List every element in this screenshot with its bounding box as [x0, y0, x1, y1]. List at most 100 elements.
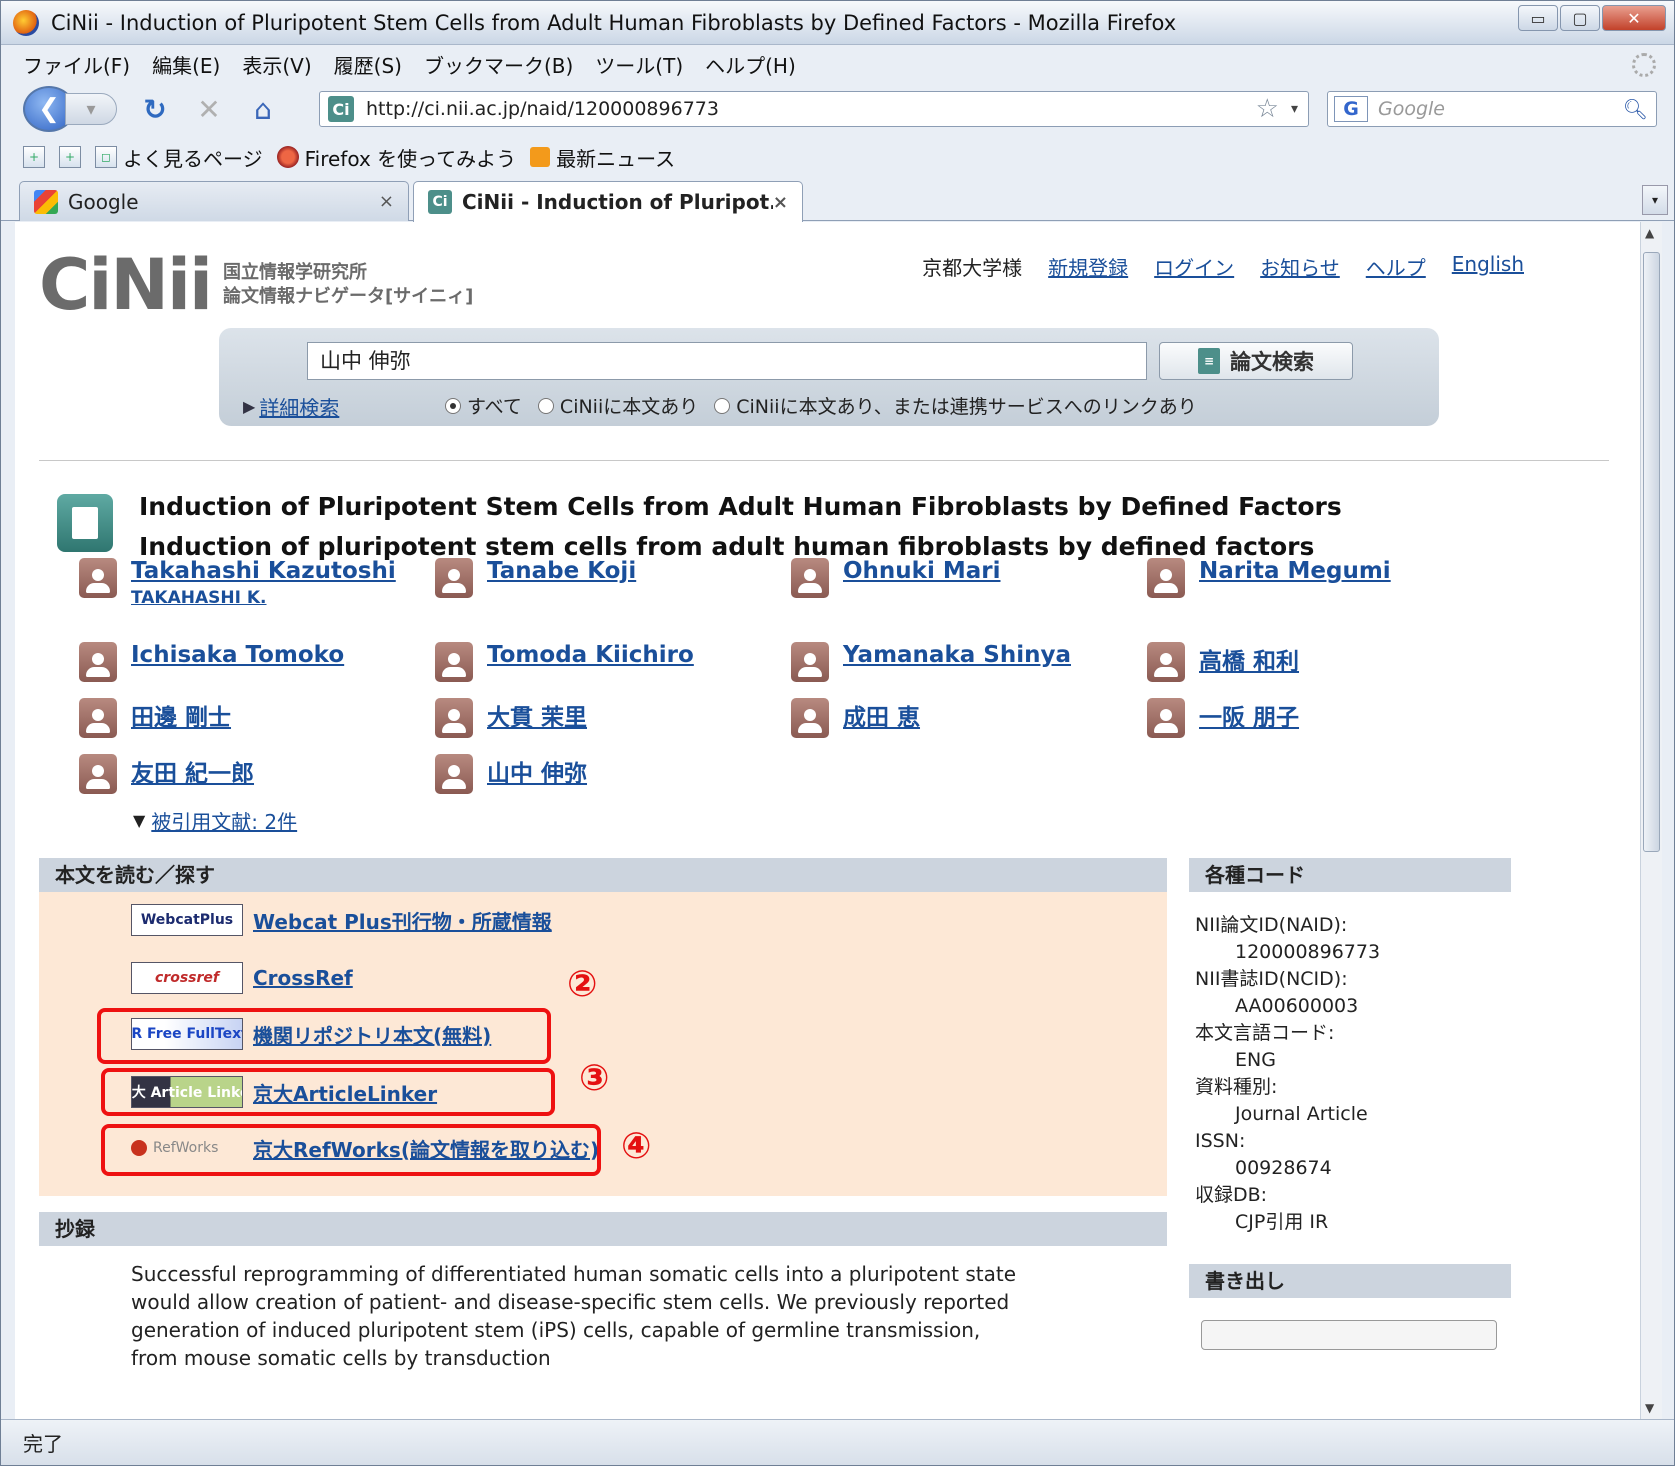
- reload-icon[interactable]: ↻: [139, 93, 171, 126]
- web-search-box[interactable]: G Google 🔍︎: [1327, 91, 1657, 127]
- author-link[interactable]: Tanabe Koji: [487, 558, 636, 584]
- scrollbar-thumb[interactable]: [1643, 252, 1660, 852]
- cited-by-link[interactable]: 被引用文献: 2件: [151, 806, 297, 835]
- bookmark-latest-news[interactable]: 最新ニュース: [530, 143, 675, 172]
- highlight-box-2: [97, 1008, 551, 1064]
- url-dropdown-icon[interactable]: ▾: [1291, 101, 1298, 117]
- bookmark-firefox-start[interactable]: Firefox を使ってみよう: [276, 143, 516, 172]
- author-link[interactable]: Narita Megumi: [1199, 558, 1391, 584]
- tab-cinii[interactable]: Ci CiNii - Induction of Pluripot... ×: [413, 181, 803, 222]
- menu-edit[interactable]: 編集(E): [152, 50, 220, 79]
- webcat-logo[interactable]: WebcatPlus: [131, 904, 243, 936]
- person-icon: [1147, 698, 1185, 738]
- author-alt-link[interactable]: TAKAHASHI K.: [131, 588, 396, 608]
- advanced-search[interactable]: ▶ 詳細検索: [243, 392, 339, 421]
- crossref-logo[interactable]: crossref: [131, 962, 243, 994]
- article-document-icon: [57, 494, 113, 552]
- google-engine-icon[interactable]: G: [1334, 96, 1368, 122]
- marker-4: ④: [621, 1126, 652, 1167]
- menu-view[interactable]: 表示(V): [242, 50, 311, 79]
- tab-list-dropdown-icon[interactable]: ▾: [1642, 185, 1668, 215]
- search-input[interactable]: 山中 伸弥: [307, 342, 1147, 380]
- search-magnifier-icon[interactable]: 🔍︎: [1623, 97, 1648, 121]
- author-link[interactable]: 大貫 茉里: [487, 698, 587, 732]
- author-link[interactable]: Tomoda Kiichiro: [487, 642, 694, 668]
- highlight-box-4: [101, 1124, 601, 1176]
- author-item: 成田 恵: [791, 698, 920, 738]
- export-select[interactable]: [1201, 1320, 1497, 1350]
- author-link[interactable]: 山中 伸弥: [487, 754, 587, 788]
- scroll-down-icon[interactable]: ▼: [1645, 1401, 1654, 1415]
- menu-tools[interactable]: ツール(T): [595, 50, 683, 79]
- bookmark-label: よく見るページ: [123, 146, 263, 171]
- bookmark-star-icon[interactable]: ☆: [1256, 94, 1279, 124]
- radio-cinii-or-linked[interactable]: CiNiiに本文あり、または連携サービスへのリンクあり: [714, 392, 1197, 419]
- link-register[interactable]: 新規登録: [1048, 252, 1128, 281]
- radio-button[interactable]: [445, 397, 461, 414]
- maximize-button[interactable]: ▢: [1560, 5, 1600, 31]
- bookmark-folder-icon[interactable]: +: [59, 146, 81, 168]
- window-controls: ▭ ▢ ✕: [1518, 5, 1666, 31]
- code-key: 資料種別:: [1195, 1076, 1278, 1098]
- author-link[interactable]: 友田 紀一郎: [131, 754, 254, 788]
- service-link[interactable]: Webcat Plus刊行物・所蔵情報: [253, 906, 552, 935]
- service-link[interactable]: CrossRef: [253, 966, 353, 990]
- radio-cinii-fulltext[interactable]: CiNiiに本文あり: [537, 392, 698, 419]
- link-english[interactable]: English: [1452, 252, 1524, 281]
- article-subtitle: Induction of pluripotent stem cells from…: [139, 532, 1315, 561]
- bookmarks-toolbar: + + ◻ よく見るページ Firefox を使ってみよう 最新ニュース: [1, 137, 1674, 177]
- forward-button[interactable]: ▾: [65, 93, 117, 125]
- firefox-bookmark-icon: [276, 146, 299, 168]
- menu-bookmarks[interactable]: ブックマーク(B): [424, 50, 573, 79]
- home-icon[interactable]: ⌂: [247, 93, 279, 126]
- page-viewport: CiNii 国立情報学研究所 論文情報ナビゲータ[サイニィ] 京都大学様 新規登…: [15, 222, 1640, 1419]
- link-help[interactable]: ヘルプ: [1366, 252, 1426, 281]
- scroll-up-icon[interactable]: ▲: [1645, 226, 1654, 240]
- author-link[interactable]: Ichisaka Tomoko: [131, 642, 344, 668]
- url-text[interactable]: http://ci.nii.ac.jp/naid/120000896773: [366, 98, 1256, 120]
- page-icon: ◻: [95, 146, 117, 168]
- radio-all[interactable]: すべて: [445, 392, 522, 419]
- author-item: Ichisaka Tomoko: [79, 642, 344, 682]
- code-value: 00928674: [1235, 1157, 1332, 1179]
- author-item: Yamanaka Shinya: [791, 642, 1071, 682]
- radio-button[interactable]: [537, 397, 554, 414]
- person-icon: [1147, 558, 1185, 598]
- person-icon: [435, 754, 473, 794]
- minimize-button[interactable]: ▭: [1518, 5, 1558, 31]
- bookmark-tool-icon[interactable]: +: [23, 146, 45, 168]
- author-link[interactable]: 田邊 剛士: [131, 698, 231, 732]
- author-link[interactable]: Takahashi Kazutoshi: [131, 558, 396, 584]
- author-link[interactable]: Yamanaka Shinya: [843, 642, 1071, 668]
- search-placeholder[interactable]: Google: [1378, 98, 1623, 120]
- menu-file[interactable]: ファイル(F): [23, 50, 130, 79]
- author-link[interactable]: Ohnuki Mari: [843, 558, 1001, 584]
- link-login[interactable]: ログイン: [1154, 252, 1234, 281]
- tab-close-icon[interactable]: ×: [379, 191, 394, 212]
- tab-close-icon[interactable]: ×: [773, 192, 788, 213]
- author-item: 大貫 茉里: [435, 698, 587, 738]
- marker-2: ②: [567, 964, 598, 1005]
- bookmark-most-visited[interactable]: ◻ よく見るページ: [95, 143, 263, 172]
- author-link[interactable]: 高橋 和利: [1199, 642, 1299, 676]
- cinii-logo[interactable]: CiNii 国立情報学研究所 論文情報ナビゲータ[サイニィ]: [39, 250, 473, 320]
- code-value: CJP引用 IR: [1235, 1211, 1329, 1233]
- vertical-scrollbar[interactable]: ▲ ▼: [1640, 222, 1662, 1419]
- close-window-button[interactable]: ✕: [1602, 5, 1666, 31]
- radio-label: すべて: [467, 396, 522, 418]
- url-bar[interactable]: Ci http://ci.nii.ac.jp/naid/120000896773…: [319, 91, 1309, 127]
- link-news[interactable]: お知らせ: [1260, 252, 1340, 281]
- menu-history[interactable]: 履歴(S): [334, 50, 402, 79]
- article-search-button[interactable]: ≡ 論文検索: [1159, 342, 1353, 380]
- stop-icon[interactable]: ✕: [193, 93, 225, 126]
- header-links: 京都大学様 新規登録 ログイン お知らせ ヘルプ English: [922, 252, 1524, 281]
- author-link[interactable]: 成田 恵: [843, 698, 920, 732]
- code-value: AA00600003: [1235, 995, 1359, 1017]
- author-item: 友田 紀一郎: [79, 754, 254, 794]
- menu-help[interactable]: ヘルプ(H): [705, 50, 796, 79]
- advanced-search-link[interactable]: 詳細検索: [259, 392, 339, 421]
- tab-google[interactable]: Google ×: [19, 181, 409, 221]
- cited-by-toggle[interactable]: ▼ 被引用文献: 2件: [133, 806, 297, 835]
- radio-button[interactable]: [714, 397, 731, 414]
- author-link[interactable]: 一阪 朋子: [1199, 698, 1299, 732]
